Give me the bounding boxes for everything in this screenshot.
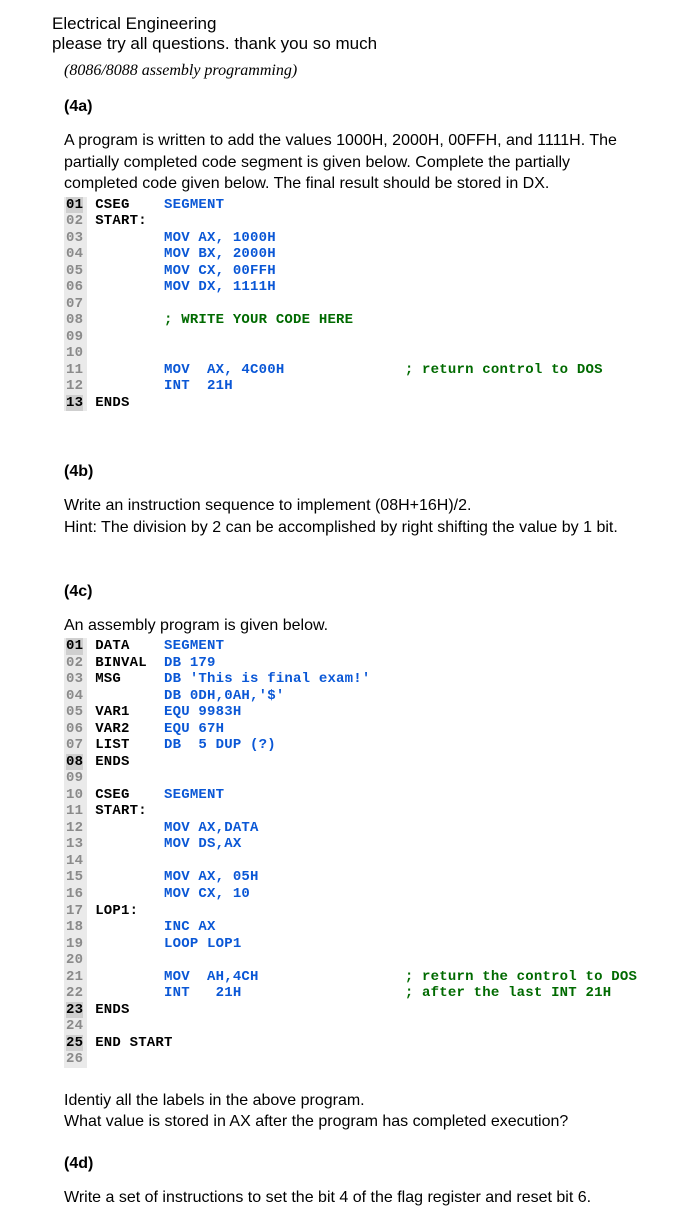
instruction-line: please try all questions. thank you so m… <box>52 34 648 54</box>
code-4a: 01 02 03 04 05 06 07 08 09 10 11 12 13 C… <box>64 197 636 412</box>
document-page: Electrical Engineering please try all qu… <box>0 0 700 1228</box>
label-4d: (4d) <box>64 1155 636 1173</box>
code-4a-gutter: 01 02 03 04 05 06 07 08 09 10 11 12 13 <box>64 197 87 412</box>
q4c-question-1: Identiy all the labels in the above prog… <box>64 1090 636 1112</box>
text-4b-2: Hint: The division by 2 can be accomplis… <box>64 517 636 539</box>
label-4b: (4b) <box>64 463 636 481</box>
q4c-question-2: What value is stored in AX after the pro… <box>64 1111 636 1133</box>
code-4c-gutter: 01 02 03 04 05 06 07 08 09 10 11 12 13 1… <box>64 638 87 1067</box>
subject-line: Electrical Engineering <box>52 14 648 34</box>
code-4c-body: DATA SEGMENT BINVAL DB 179 MSG DB 'This … <box>87 638 637 1067</box>
code-4a-body: CSEG SEGMENT START: MOV AX, 1000H MOV BX… <box>87 197 603 412</box>
text-4d: Write a set of instructions to set the b… <box>64 1187 636 1209</box>
note-line: (8086/8088 assembly programming) <box>64 62 636 80</box>
code-4c: 01 02 03 04 05 06 07 08 09 10 11 12 13 1… <box>64 638 636 1067</box>
label-4a: (4a) <box>64 98 636 116</box>
text-4b-1: Write an instruction sequence to impleme… <box>64 495 636 517</box>
label-4c: (4c) <box>64 583 636 601</box>
text-4c: An assembly program is given below. <box>64 615 636 637</box>
text-4a: A program is written to add the values 1… <box>64 130 636 195</box>
